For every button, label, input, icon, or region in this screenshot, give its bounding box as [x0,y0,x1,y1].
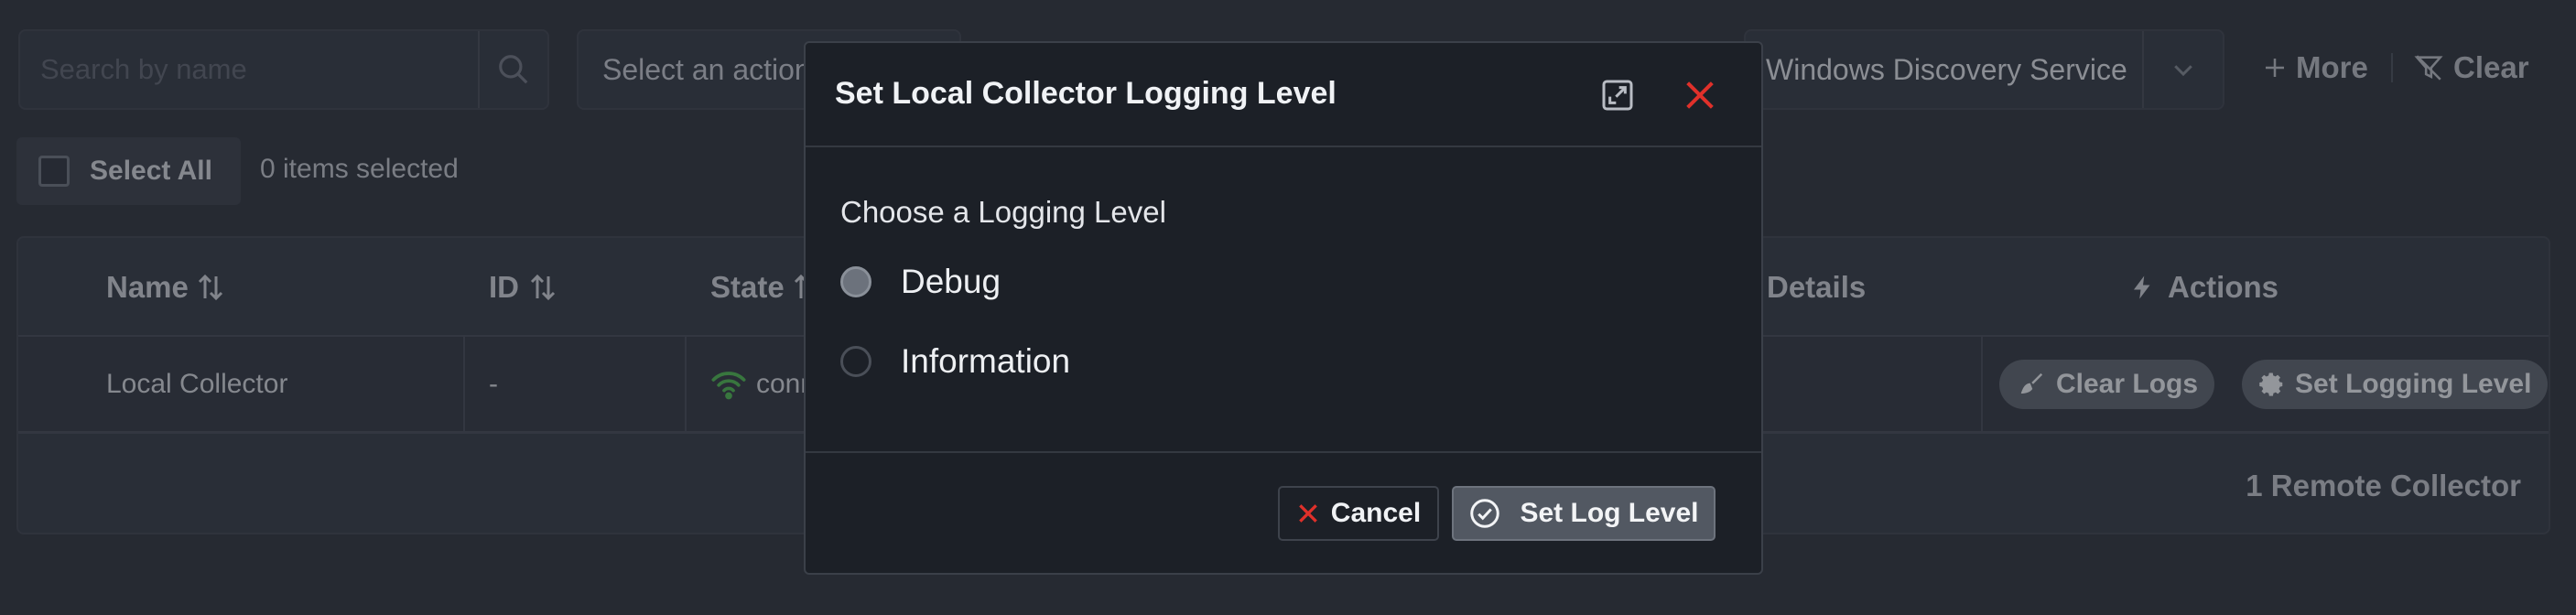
radio-option-information[interactable]: Information [840,342,1070,381]
radio-information-label: Information [901,342,1071,380]
set-log-level-label: Set Log Level [1520,498,1699,528]
expand-button[interactable] [1595,72,1640,118]
dialog-footer-divider [806,451,1761,453]
dialog-title: Set Local Collector Logging Level [835,76,1337,111]
close-icon [1298,504,1317,523]
check-circle-icon [1470,499,1500,528]
logging-level-dialog: Set Local Collector Logging Level Choose… [804,41,1763,575]
set-log-level-button[interactable]: Set Log Level [1452,486,1716,541]
logging-level-question: Choose a Logging Level [840,195,1166,229]
dialog-header: Set Local Collector Logging Level [806,43,1761,147]
radio-information[interactable] [840,346,871,377]
radio-debug-label: Debug [901,263,1001,300]
close-icon [1686,81,1714,109]
expand-icon [1602,80,1633,111]
radio-debug[interactable] [840,266,871,297]
close-button[interactable] [1677,72,1723,118]
radio-option-debug[interactable]: Debug [840,263,1001,301]
cancel-button[interactable]: Cancel [1278,486,1439,541]
cancel-label: Cancel [1330,498,1422,528]
